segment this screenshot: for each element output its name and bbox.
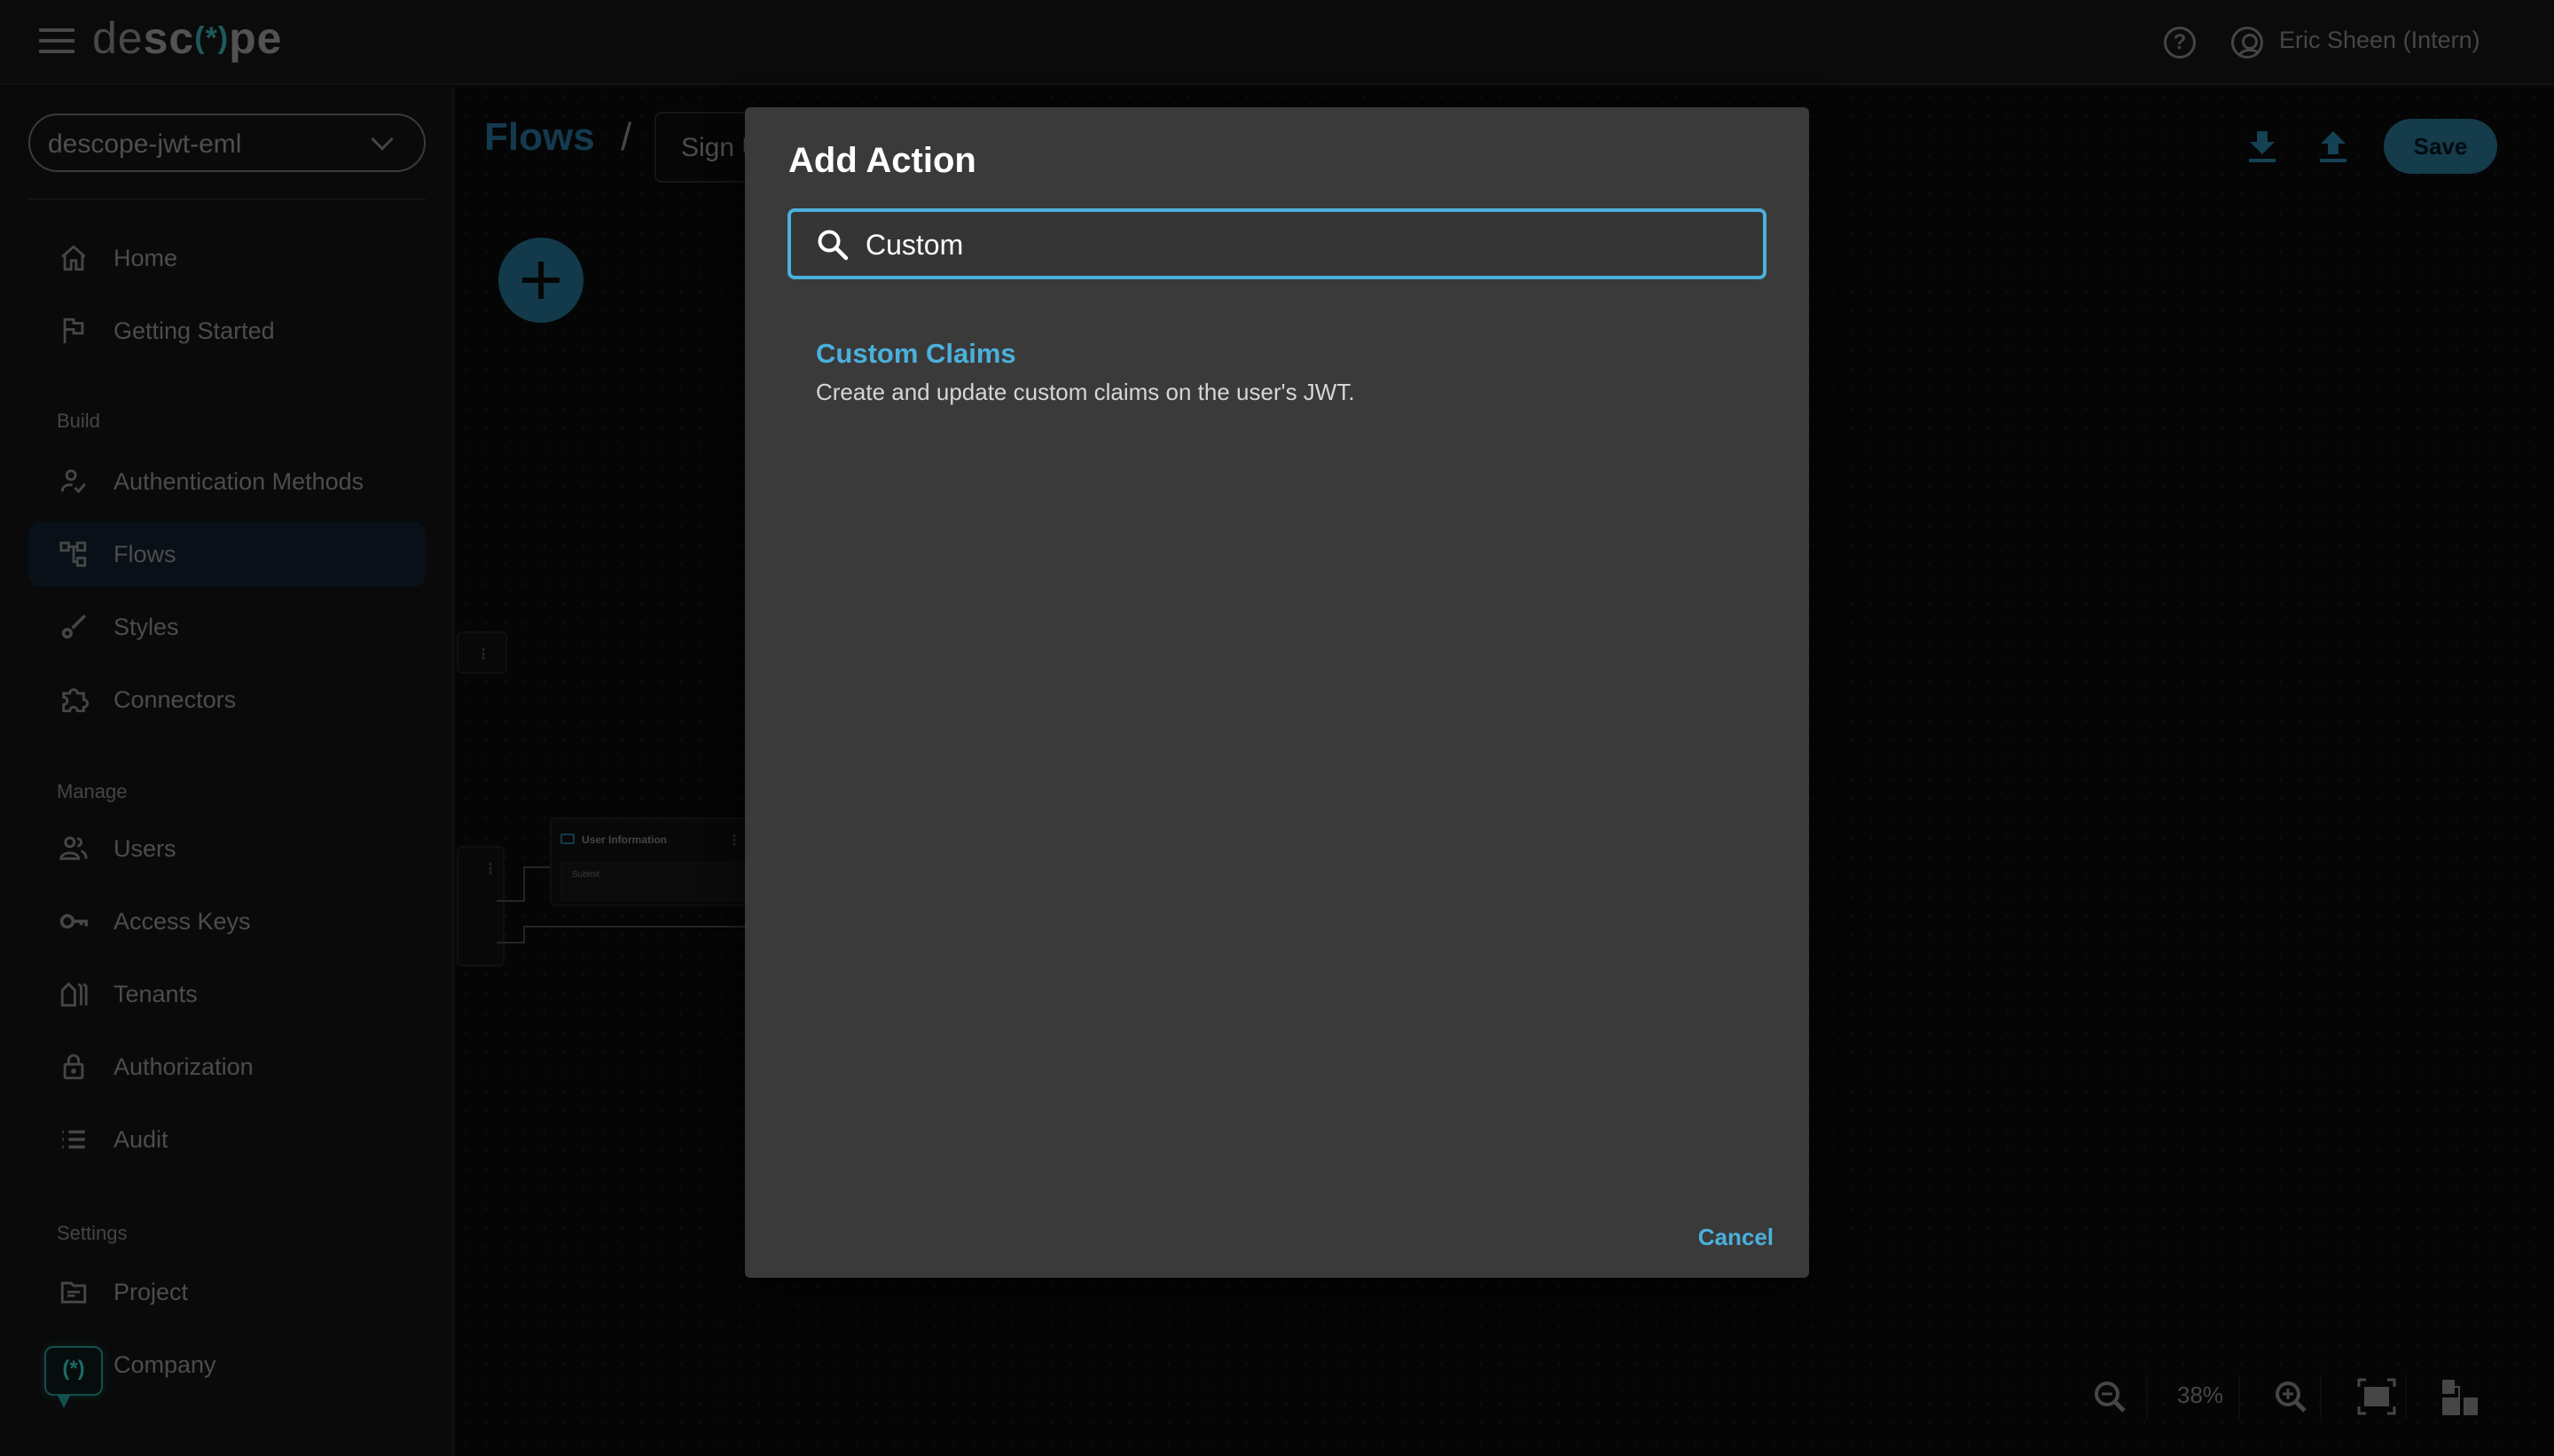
add-action-dialog: Add Action Custom Claims Create and upda… [745, 107, 1809, 1278]
action-search-input[interactable] [866, 223, 1735, 267]
search-icon [818, 230, 849, 261]
dialog-title: Add Action [788, 141, 976, 180]
action-result-title: Custom Claims [816, 338, 1016, 369]
cancel-button[interactable]: Cancel [1698, 1224, 1774, 1251]
action-search-field[interactable] [787, 208, 1767, 279]
action-result-description: Create and update custom claims on the u… [816, 379, 1355, 405]
action-result-item[interactable]: Custom Claims Create and update custom c… [787, 338, 1767, 435]
